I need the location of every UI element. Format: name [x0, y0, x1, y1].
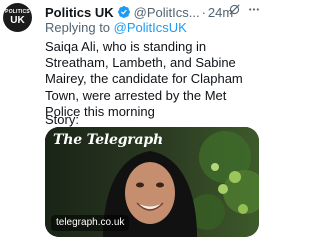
story-label: Story: [45, 112, 79, 127]
card-domain[interactable]: telegraph.co.uk [51, 215, 130, 231]
replying-prefix: Replying to [45, 20, 111, 35]
tweet-text: Saiqa Ali, who is standing in Streatham,… [45, 39, 243, 119]
card-masthead: The Telegraph [53, 132, 163, 148]
verified-badge-icon [117, 6, 130, 18]
replying-to: Replying to @PolitIcsUK [45, 20, 187, 35]
link-card[interactable]: The Telegraph telegraph.co.uk [45, 127, 259, 237]
author-handle[interactable]: @PolitIcs... [134, 5, 200, 20]
more-icon[interactable] [247, 3, 261, 16]
replying-to-mention[interactable]: @PolitIcsUK [114, 20, 187, 35]
header-actions [228, 3, 261, 16]
tweet-header: Politics UK @PolitIcs... · 24m [45, 3, 256, 21]
author-name[interactable]: Politics UK [45, 5, 114, 20]
avatar-text-top: POLITICS [5, 8, 30, 15]
grok-icon[interactable] [228, 3, 241, 16]
avatar[interactable]: POLITICS UK [3, 3, 32, 32]
avatar-text-bottom: UK [10, 14, 25, 26]
separator-dot: · [201, 4, 206, 20]
